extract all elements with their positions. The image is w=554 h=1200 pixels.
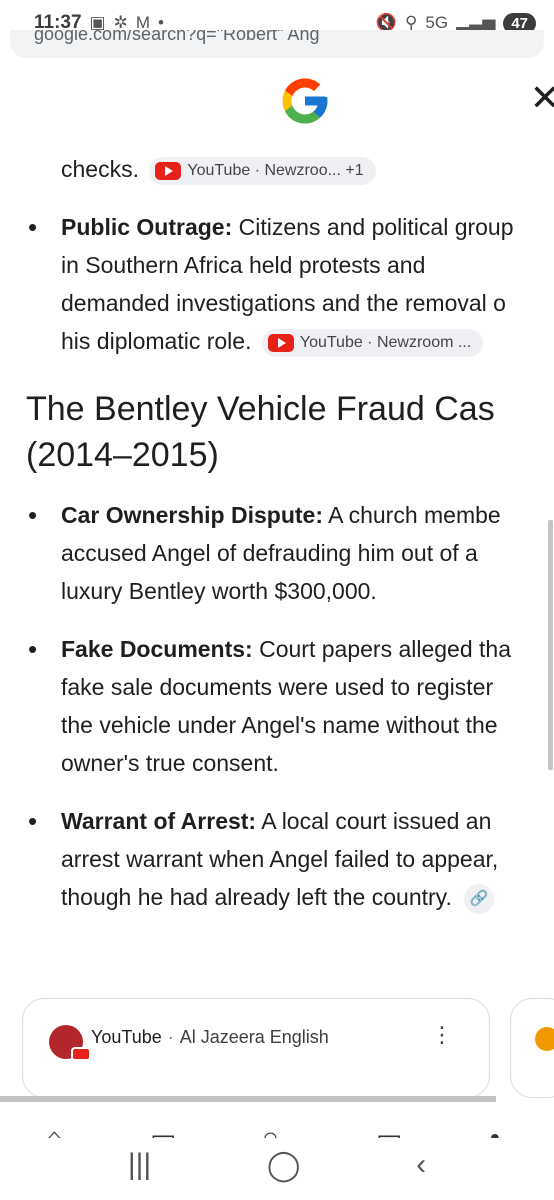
bullet-line: fake sale documents were used to registe… bbox=[61, 674, 494, 700]
bullet-line: Warrant of Arrest: A local court issued … bbox=[61, 802, 554, 840]
bullet-text: his diplomatic role. bbox=[61, 328, 252, 354]
more-options-icon[interactable]: ⋮ bbox=[431, 1023, 453, 1046]
url-bar[interactable]: google.com/search?q="Robert" Ang bbox=[10, 30, 544, 58]
bullet-dot: • bbox=[28, 806, 38, 836]
tabs-icon[interactable]: ▭ bbox=[376, 1122, 402, 1138]
card-source-line: YouTube · Al Jazeera English bbox=[91, 1027, 329, 1048]
bullet-text: though he had already left the country. bbox=[61, 884, 452, 910]
bullet-line: in Southern Africa held protests and bbox=[61, 252, 426, 278]
home-button[interactable]: ◯ bbox=[267, 1148, 301, 1183]
card-separator: · bbox=[167, 1027, 174, 1047]
bullet-text: A church membe bbox=[328, 502, 501, 528]
horizontal-scrollbar[interactable] bbox=[0, 1096, 496, 1102]
bullet-line: the vehicle under Angel's name without t… bbox=[61, 712, 498, 738]
back-button[interactable]: ‹ bbox=[416, 1148, 426, 1182]
list-item-warrant: • Warrant of Arrest: A local court issue… bbox=[0, 802, 554, 916]
bullet-label: Warrant of Arrest: bbox=[61, 808, 257, 834]
bullet-dot: • bbox=[28, 634, 38, 664]
youtube-icon bbox=[267, 333, 294, 352]
bullet-line: owner's true consent. bbox=[61, 750, 279, 776]
list-item-public-outrage: • Public Outrage: Citizens and political… bbox=[0, 208, 554, 360]
channel-avatar bbox=[535, 1027, 554, 1051]
bullet-text: Court papers alleged tha bbox=[259, 636, 511, 662]
list-item-fake-documents: • Fake Documents: Court papers alleged t… bbox=[0, 630, 554, 782]
bullet-line: Car Ownership Dispute: A church membe bbox=[61, 496, 554, 534]
ai-overview-content: checks. YouTube · Newzroo... +1 • Public… bbox=[0, 150, 554, 916]
section-heading: The Bentley Vehicle Fraud Cas (2014–2015… bbox=[0, 386, 554, 478]
bullet-line: though he had already left the country. … bbox=[61, 878, 554, 916]
link-icon[interactable]: 🔗 bbox=[464, 883, 495, 914]
bullet-label: Fake Documents: bbox=[61, 636, 253, 662]
chip-label: YouTube · Newzroo... +1 bbox=[187, 161, 364, 179]
youtube-badge-icon bbox=[71, 1047, 91, 1061]
url-text: google.com/search?q="Robert" Ang bbox=[34, 30, 320, 44]
list-item-car-ownership: • Car Ownership Dispute: A church membe … bbox=[0, 496, 554, 610]
source-card[interactable]: YouTube · Al Jazeera English ⋮ bbox=[22, 998, 490, 1098]
text-fragment: checks. YouTube · Newzroo... +1 bbox=[0, 150, 554, 188]
youtube-icon bbox=[155, 161, 182, 180]
source-chip-youtube[interactable]: YouTube · Newzroo... +1 bbox=[149, 156, 376, 185]
browser-bottom-nav: ⌂ ▭ ○ ▭ • bbox=[0, 1108, 554, 1138]
heading-line: The Bentley Vehicle Fraud Cas bbox=[26, 390, 495, 428]
bullet-line: accused Angel of defrauding him out of a bbox=[61, 540, 478, 566]
card-channel-name: Al Jazeera English bbox=[179, 1027, 329, 1047]
chip-label: YouTube · Newzroom ... bbox=[299, 333, 472, 351]
bullet-text: Citizens and political group bbox=[238, 214, 514, 240]
source-chip-youtube[interactable]: YouTube · Newzroom ... bbox=[261, 328, 484, 357]
close-button[interactable]: ✕ bbox=[530, 80, 554, 116]
home-icon[interactable]: ⌂ bbox=[46, 1122, 63, 1138]
bullet-line: demanded investigations and the removal … bbox=[61, 290, 506, 316]
menu-icon[interactable]: • bbox=[490, 1122, 500, 1138]
google-header: ✕ bbox=[0, 70, 554, 130]
source-card-next[interactable] bbox=[510, 998, 554, 1098]
recents-button[interactable]: ||| bbox=[128, 1148, 151, 1182]
fragment-text: checks. bbox=[61, 156, 139, 182]
bullet-line: Public Outrage: Citizens and political g… bbox=[61, 208, 554, 246]
vertical-scrollbar[interactable] bbox=[548, 520, 553, 770]
bullet-line: Fake Documents: Court papers alleged tha bbox=[61, 630, 554, 668]
heading-line: (2014–2015) bbox=[26, 436, 219, 474]
card-source-name: YouTube bbox=[91, 1027, 162, 1047]
bullet-label: Car Ownership Dispute: bbox=[61, 502, 323, 528]
bullet-line: his diplomatic role. YouTube · Newzroom … bbox=[61, 322, 554, 360]
bullet-line: arrest warrant when Angel failed to appe… bbox=[61, 846, 499, 872]
bullet-label: Public Outrage: bbox=[61, 214, 233, 240]
bullet-dot: • bbox=[28, 212, 38, 242]
bullet-line: luxury Bentley worth $300,000. bbox=[61, 578, 377, 604]
search-icon[interactable]: ○ bbox=[262, 1122, 279, 1138]
system-nav-bar: ||| ◯ ‹ bbox=[0, 1140, 554, 1190]
google-logo[interactable] bbox=[278, 74, 332, 128]
bullet-dot: • bbox=[28, 500, 38, 530]
bullet-text: A local court issued an bbox=[261, 808, 492, 834]
bookmark-icon[interactable]: ▭ bbox=[150, 1122, 176, 1138]
